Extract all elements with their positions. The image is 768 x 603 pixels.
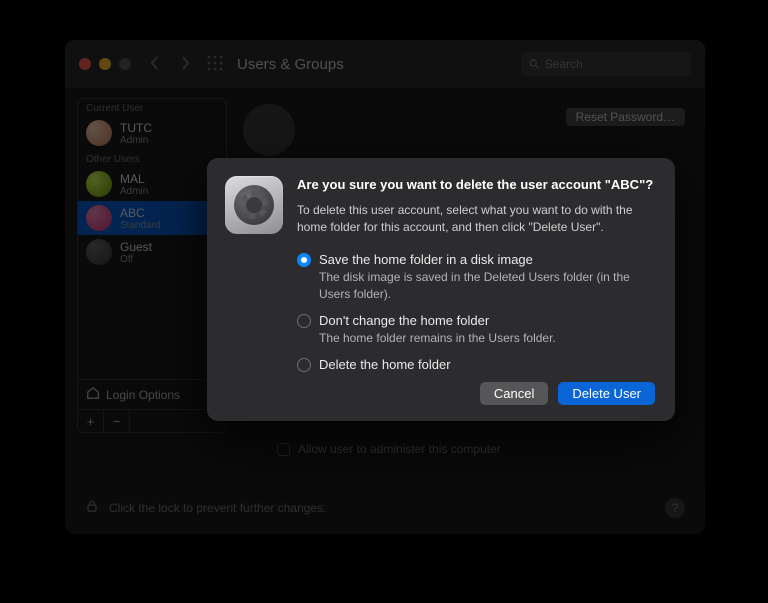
window-controls — [79, 58, 131, 70]
lock-icon — [85, 499, 99, 516]
user-item-guest[interactable]: Guest Off — [78, 235, 226, 269]
user-role: Standard — [120, 220, 161, 231]
user-role: Off — [120, 254, 152, 265]
lock-row[interactable]: Click the lock to prevent further change… — [85, 499, 326, 516]
profile-avatar[interactable] — [243, 104, 295, 156]
add-user-button[interactable]: + — [78, 410, 104, 432]
search-icon — [529, 58, 540, 70]
reset-password-button[interactable]: Reset Password… — [566, 108, 685, 126]
dialog-description: To delete this user account, select what… — [297, 202, 655, 237]
option-subtext: The home folder remains in the Users fol… — [319, 330, 655, 347]
avatar — [86, 239, 112, 265]
radio-icon[interactable] — [297, 314, 311, 328]
sidebar: Current User TUTC Admin Other Users MAL … — [65, 88, 227, 534]
login-options-label: Login Options — [106, 388, 180, 402]
close-window-button[interactable] — [79, 58, 91, 70]
section-header-current: Current User — [78, 99, 226, 116]
user-name: ABC — [120, 206, 161, 220]
back-button[interactable] — [149, 56, 161, 73]
avatar — [86, 205, 112, 231]
window-title: Users & Groups — [237, 56, 344, 73]
nav-arrows — [149, 56, 191, 73]
radio-icon[interactable] — [297, 358, 311, 372]
house-icon — [86, 386, 100, 403]
user-name: TUTC — [120, 121, 152, 135]
search-field[interactable] — [521, 52, 691, 76]
avatar — [86, 171, 112, 197]
lock-text: Click the lock to prevent further change… — [109, 501, 326, 515]
user-name: Guest — [120, 240, 152, 254]
user-item-current[interactable]: TUTC Admin — [78, 116, 226, 150]
remove-user-button[interactable]: − — [104, 410, 130, 432]
titlebar: Users & Groups — [65, 40, 705, 88]
minimize-window-button[interactable] — [99, 58, 111, 70]
add-remove-row: + − — [78, 409, 226, 432]
user-list: Current User TUTC Admin Other Users MAL … — [77, 98, 227, 433]
delete-user-dialog: Are you sure you want to delete the user… — [207, 158, 675, 421]
admin-checkbox-row[interactable]: Allow user to administer this computer — [277, 442, 501, 456]
option-label: Delete the home folder — [319, 357, 451, 372]
show-all-icon[interactable] — [207, 55, 223, 74]
user-item[interactable]: MAL Admin — [78, 167, 226, 201]
avatar — [86, 120, 112, 146]
user-role: Admin — [120, 135, 152, 146]
user-role: Admin — [120, 186, 148, 197]
search-input[interactable] — [545, 57, 683, 71]
option-delete-home[interactable]: Delete the home folder — [297, 357, 655, 372]
zoom-window-button[interactable] — [119, 58, 131, 70]
dialog-title: Are you sure you want to delete the user… — [297, 176, 655, 194]
system-prefs-icon — [225, 176, 283, 234]
section-header-other: Other Users — [78, 150, 226, 167]
option-label: Save the home folder in a disk image — [319, 252, 533, 267]
radio-icon[interactable] — [297, 253, 311, 267]
login-options[interactable]: Login Options — [78, 379, 226, 409]
dialog-options: Save the home folder in a disk image The… — [297, 252, 655, 371]
option-save-disk-image[interactable]: Save the home folder in a disk image The… — [297, 252, 655, 303]
cancel-button[interactable]: Cancel — [480, 382, 548, 405]
delete-user-button[interactable]: Delete User — [558, 382, 655, 405]
help-button[interactable]: ? — [665, 498, 685, 518]
user-item-selected[interactable]: ABC Standard — [78, 201, 226, 235]
forward-button[interactable] — [179, 56, 191, 73]
option-subtext: The disk image is saved in the Deleted U… — [319, 269, 655, 303]
option-label: Don't change the home folder — [319, 313, 489, 328]
user-name: MAL — [120, 172, 148, 186]
option-dont-change[interactable]: Don't change the home folder The home fo… — [297, 313, 655, 347]
admin-checkbox-label: Allow user to administer this computer — [298, 442, 501, 456]
checkbox-icon[interactable] — [277, 443, 290, 456]
